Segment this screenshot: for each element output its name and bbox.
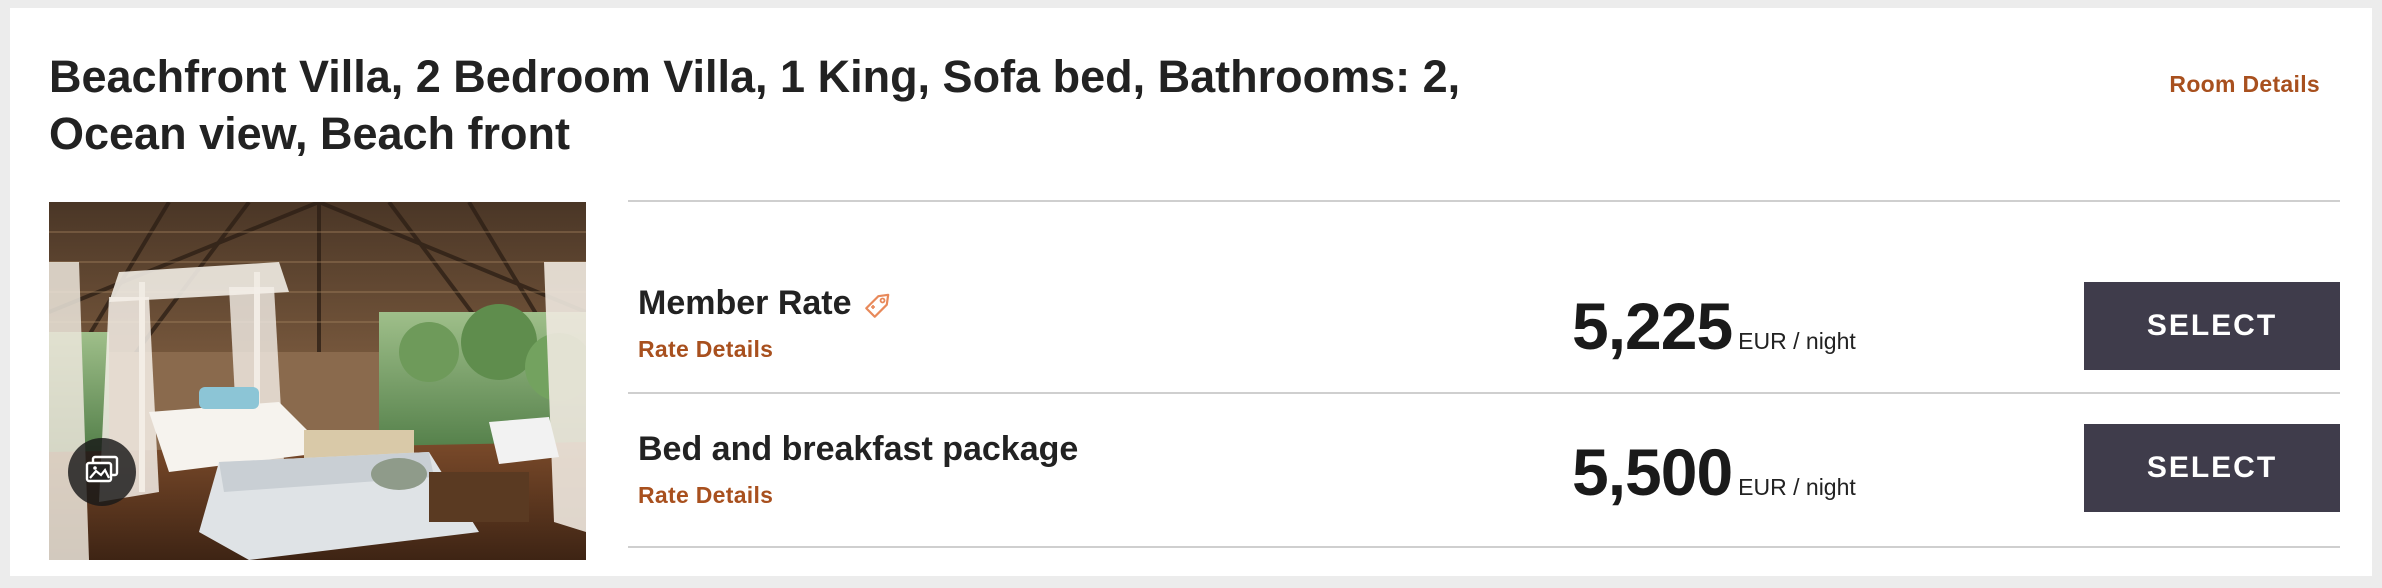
room-photo[interactable] — [49, 202, 586, 560]
gallery-icon — [85, 455, 119, 490]
select-button[interactable]: SELECT — [2084, 424, 2340, 512]
gallery-button[interactable] — [68, 438, 136, 506]
rate-list: Member Rate Rate Details 5,225 EUR / nig… — [628, 200, 2340, 548]
rate-row-member: Member Rate Rate Details 5,225 EUR / nig… — [628, 202, 2340, 370]
room-card: Beachfront Villa, 2 Bedroom Villa, 1 Kin… — [10, 8, 2372, 576]
price-amount: 5,500 — [1572, 435, 1733, 509]
rate-name: Member Rate — [638, 284, 896, 323]
rate-details-link[interactable]: Rate Details — [638, 482, 773, 509]
room-title: Beachfront Villa, 2 Bedroom Villa, 1 Kin… — [49, 51, 1461, 159]
price-unit: EUR / night — [1738, 328, 1856, 354]
rate-row-bed-and-breakfast: Bed and breakfast package Rate Details 5… — [628, 394, 2340, 546]
price-amount: 5,225 — [1572, 289, 1733, 363]
price: 5,500 EUR / night — [1572, 434, 1856, 510]
rate-name-label: Bed and breakfast package — [638, 430, 1079, 468]
select-button[interactable]: SELECT — [2084, 282, 2340, 370]
room-details-link[interactable]: Room Details — [2169, 71, 2320, 98]
room-photo-image — [49, 202, 586, 560]
tag-icon — [862, 287, 896, 321]
rate-name: Bed and breakfast package — [638, 430, 1078, 469]
price: 5,225 EUR / night — [1572, 288, 1856, 364]
rate-details-link[interactable]: Rate Details — [638, 336, 773, 363]
divider — [628, 546, 2340, 548]
rate-name-label: Member Rate — [638, 284, 852, 322]
price-unit: EUR / night — [1738, 474, 1856, 500]
